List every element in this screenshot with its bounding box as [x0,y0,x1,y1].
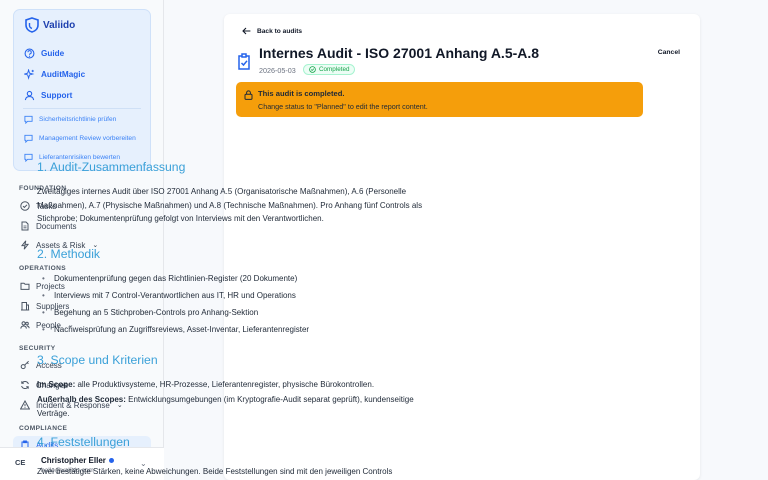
list-item: Begehung an 5 Stichproben-Controls pro A… [37,306,437,319]
paragraph: Zwei bestätigte Stärken, keine Abweichun… [37,467,393,476]
method-list: Dokumentenprüfung gegen das Richtlinien-… [37,272,437,336]
refresh-icon [21,380,29,390]
paragraph: Zweitägiges internes Audit über ISO 2700… [37,187,423,223]
list-item: Interviews mit 7 Control-Verantwortliche… [37,289,437,302]
guide-icon [24,48,35,59]
scope-in-label: Im Scope: [37,379,76,389]
chat-bubble-icon [24,153,33,162]
card-nav-label: Support [41,91,73,100]
audit-date: 2026-05-03 [259,66,296,75]
key-icon [20,360,29,370]
alert-title: This audit is completed. [258,89,345,98]
card-nav-label: Guide [41,49,65,58]
card-nav-guide[interactable]: Guide [24,48,64,59]
warning-icon [20,400,30,410]
lightning-icon [20,240,30,250]
clipboard-check-icon [238,53,250,70]
back-link[interactable]: Back to audits [242,27,302,35]
list-item: Dokumentenprüfung gegen das Richtlinien-… [37,272,437,285]
arrow-left-icon [242,27,251,35]
list-item: Nachweisprüfung an Zugriffsreviews, Asse… [37,323,437,336]
section-heading: 3. Scope und Kriterien [37,352,158,367]
completed-alert: This audit is completed. Change status t… [236,82,643,117]
suggestion-item[interactable]: Management Review vorbereiten [24,134,136,143]
card-nav-label: AuditMagic [41,70,86,79]
user-icon [24,90,35,101]
status-label: Completed [319,66,350,73]
suggestion-label: Management Review vorbereiten [39,135,136,142]
page-title: Internes Audit - ISO 27001 Anhang A.5-A.… [259,45,540,61]
people-icon [20,321,30,329]
shield-logo-icon [25,17,39,33]
section-heading: 2. Methodik [37,246,101,261]
scope-out: Außerhalb des Scopes: Entwicklungsumgebu… [37,393,437,420]
cancel-button[interactable]: Cancel [658,49,680,56]
section-heading: 1. Audit-Zusammenfassung [37,160,186,174]
report-content: 1. Audit-Zusammenfassung Zweitägiges int… [37,159,437,460]
chat-bubble-icon [24,115,33,124]
section-heading: 4. Feststellungen [37,435,130,449]
brand-logo[interactable]: Valiido [25,17,75,33]
check-circle-icon [20,201,30,211]
check-circle-icon [309,66,316,73]
folder-icon [20,282,30,290]
scope-out-label: Außerhalb des Scopes: [37,395,126,404]
chat-bubble-icon [24,134,33,143]
card-divider [23,108,141,109]
status-badge: Completed [303,64,356,75]
avatar: CE [15,458,26,467]
lock-icon [244,90,253,100]
alert-text: Change status to "Planned" to edit the r… [258,102,428,111]
scope-in: Im Scope: alle Produktivsysteme, HR-Proz… [37,378,437,392]
card-nav-support[interactable]: Support [24,90,72,101]
assistant-card: Valiido Guide AuditMagic Support Sicherh… [13,9,151,171]
brand-name: Valiido [43,19,76,31]
back-label: Back to audits [257,27,303,35]
document-icon [21,221,29,231]
card-nav-auditmagic[interactable]: AuditMagic [24,69,85,80]
suggestion-item[interactable]: Sicherheitsrichtlinie prüfen [24,115,116,124]
suggestion-label: Sicherheitsrichtlinie prüfen [39,116,117,123]
sparkle-icon [24,69,35,80]
scope-in-text: alle Produktivsysteme, HR-Prozesse, Lief… [75,379,375,389]
building-icon [21,302,30,311]
